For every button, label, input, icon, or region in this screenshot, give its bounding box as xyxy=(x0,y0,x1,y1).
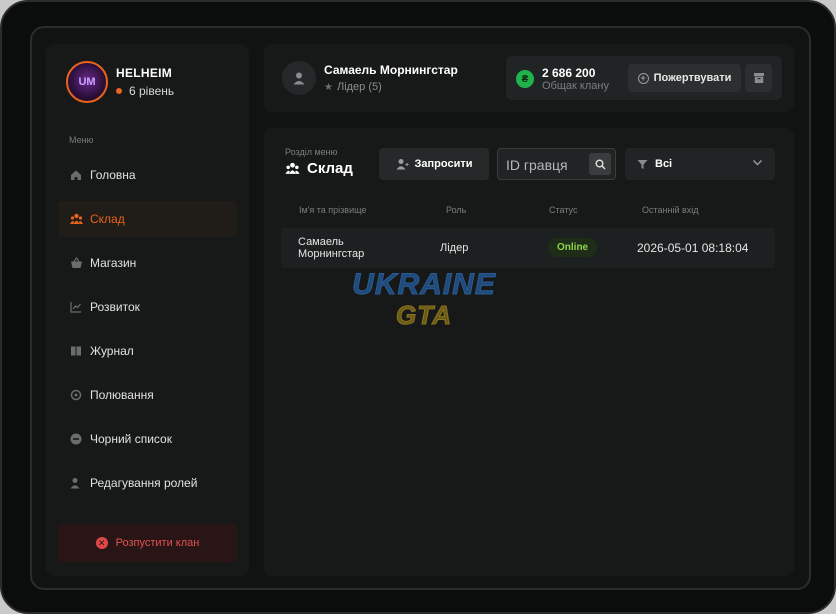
sidebar-item-home[interactable]: Головна xyxy=(58,157,237,193)
hryvnia-coin-icon: ₴ xyxy=(516,70,534,88)
role-filter-dropdown[interactable]: Всі xyxy=(625,148,775,180)
chart-icon xyxy=(69,300,83,314)
book-icon xyxy=(69,344,83,358)
clan-funds: ₴ 2 686 200 Общак клану + Пожертвувати xyxy=(506,56,782,100)
avatar xyxy=(282,61,316,95)
box-icon xyxy=(753,73,764,83)
clan-info: UM HELHEIM 6 рівень xyxy=(66,61,174,103)
donate-button[interactable]: + Пожертвувати xyxy=(628,64,741,92)
clan-name: HELHEIM xyxy=(116,66,173,80)
star-icon: ★ xyxy=(324,81,333,93)
basket-icon xyxy=(69,256,83,270)
user-role: ★ Лідер (5) xyxy=(324,81,382,93)
minus-circle-icon xyxy=(69,432,83,446)
menu-caption: Меню xyxy=(69,135,94,145)
member-name: Самаель Морнингстар xyxy=(298,236,408,260)
status-badge: Online xyxy=(548,238,598,257)
search-button[interactable] xyxy=(589,153,611,175)
funds-amount: 2 686 200 xyxy=(542,66,596,80)
table-header: Ім'я та прізвище Роль Статус Останній вх… xyxy=(264,205,794,219)
clan-logo: UM xyxy=(66,61,108,103)
sidebar-item-label: Склад xyxy=(90,212,125,226)
sidebar-item-development[interactable]: Розвиток xyxy=(58,289,237,325)
main-panel: Розділ меню Склад Запросити Всі xyxy=(264,128,794,576)
sidebar-item-label: Полювання xyxy=(90,388,154,402)
sidebar-item-shop[interactable]: Магазин xyxy=(58,245,237,281)
invite-button[interactable]: Запросити xyxy=(379,148,489,180)
sidebar-menu: Головна Склад Магазин Розвиток Журнал По… xyxy=(58,157,237,509)
column-header-status: Статус xyxy=(549,205,578,215)
member-last-login: 2026-05-01 08:18:04 xyxy=(637,241,749,255)
user-icon xyxy=(293,72,305,85)
user-name: Самаель Морнингстар xyxy=(324,63,458,77)
member-first-name: Самаель xyxy=(298,236,344,248)
funds-label: Общак клану xyxy=(542,80,609,92)
level-dot-icon xyxy=(116,88,122,94)
clan-level: 6 рівень xyxy=(116,84,174,98)
search-icon xyxy=(595,159,605,169)
watermark-line1: UKRAINE xyxy=(352,268,496,301)
page-title-text: Склад xyxy=(307,160,353,177)
sidebar-item-label: Розвиток xyxy=(90,300,140,314)
clan-logo-text: UM xyxy=(78,76,96,88)
sidebar-item-warehouse[interactable]: Склад xyxy=(58,201,237,237)
sidebar-item-journal[interactable]: Журнал xyxy=(58,333,237,369)
watermark-line2: GTA xyxy=(396,300,452,331)
member-role: Лідер xyxy=(440,242,469,254)
ukraine-gta-watermark: UKRAINE GTA xyxy=(344,268,504,331)
header: Самаель Морнингстар ★ Лідер (5) ₴ 2 686 … xyxy=(264,44,794,112)
user-role-text: Лідер (5) xyxy=(336,81,382,93)
column-header-name: Ім'я та прізвище xyxy=(299,205,367,215)
plus-icon: + xyxy=(637,72,649,84)
sidebar-item-label: Чорний список xyxy=(90,432,172,446)
disband-clan-button[interactable]: ✕ Розпустити клан xyxy=(58,524,237,562)
sidebar-item-label: Редагування ролей xyxy=(90,476,198,490)
sidebar-item-label: Головна xyxy=(90,168,136,182)
table-row[interactable]: Самаель Морнингстар Лідер Online 2026-05… xyxy=(281,228,775,268)
page-title: Склад xyxy=(285,160,353,177)
people-icon xyxy=(69,212,83,226)
add-user-icon xyxy=(396,158,409,170)
home-icon xyxy=(69,168,83,182)
chevron-down-icon xyxy=(752,157,763,168)
clan-level-text: 6 рівень xyxy=(129,84,175,98)
close-icon: ✕ xyxy=(95,537,108,549)
column-header-role: Роль xyxy=(446,205,467,215)
player-id-search xyxy=(497,148,616,180)
user-edit-icon xyxy=(69,476,83,490)
filter-icon xyxy=(637,159,648,170)
sidebar-item-label: Магазин xyxy=(90,256,137,270)
sidebar-item-role-editing[interactable]: Редагування ролей xyxy=(58,465,237,501)
target-icon xyxy=(69,388,83,402)
disband-clan-label: Розпустити клан xyxy=(115,537,200,549)
member-last-name: Морнингстар xyxy=(298,248,365,260)
sidebar-item-hunting[interactable]: Полювання xyxy=(58,377,237,413)
column-header-last-login: Останній вхід xyxy=(642,205,699,215)
sidebar-item-blacklist[interactable]: Чорний список xyxy=(58,421,237,457)
section-caption: Розділ меню xyxy=(285,147,338,157)
screen: UM HELHEIM 6 рівень Меню Головна Склад М… xyxy=(30,26,811,590)
people-icon xyxy=(285,162,300,175)
donate-label: Пожертвувати xyxy=(653,72,732,84)
search-input[interactable] xyxy=(506,155,586,175)
storage-box-button[interactable] xyxy=(745,64,772,92)
sidebar-item-label: Журнал xyxy=(90,344,134,358)
tablet-frame: UM HELHEIM 6 рівень Меню Головна Склад М… xyxy=(0,0,836,614)
invite-label: Запросити xyxy=(414,158,473,170)
filter-value: Всі xyxy=(655,158,673,170)
sidebar: UM HELHEIM 6 рівень Меню Головна Склад М… xyxy=(46,44,249,576)
